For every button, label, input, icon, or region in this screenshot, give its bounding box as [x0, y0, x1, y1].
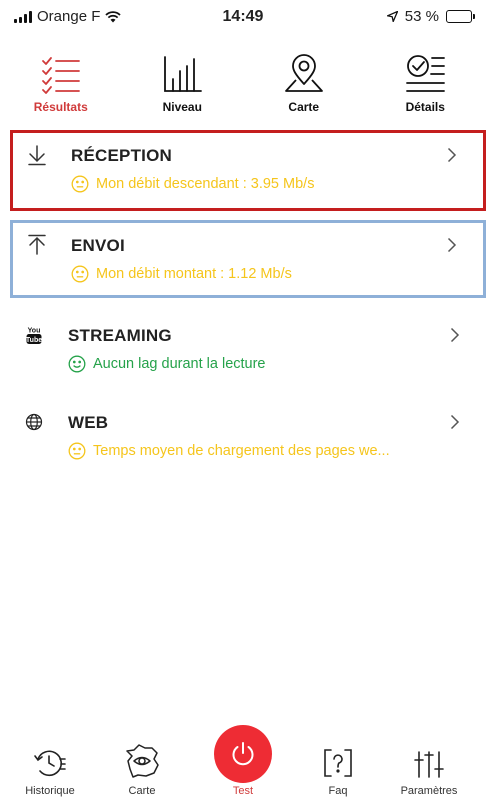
neutral-face-icon	[71, 265, 89, 283]
tab-details[interactable]: Détails	[365, 50, 486, 122]
result-row-streaming[interactable]: You Tube STREAMING Aucun lag durant la l…	[10, 313, 486, 385]
svg-text:Tube: Tube	[26, 337, 42, 344]
nav-faq[interactable]: Faq	[293, 733, 383, 797]
tab-carte[interactable]: Carte	[243, 50, 365, 122]
youtube-icon: You Tube	[22, 323, 46, 347]
chevron-right-icon	[446, 410, 464, 434]
faq-icon	[324, 749, 352, 777]
row-subtitle-text: Aucun lag durant la lecture	[93, 356, 266, 372]
battery-icon	[446, 10, 475, 23]
row-title: RÉCEPTION	[71, 146, 172, 165]
tab-resultats[interactable]: Résultats	[0, 50, 122, 122]
test-button[interactable]	[214, 725, 272, 783]
svg-text:You: You	[28, 328, 41, 335]
history-icon	[34, 750, 66, 777]
tab-niveau[interactable]: Niveau	[122, 50, 244, 122]
france-map-icon	[126, 744, 159, 778]
result-row-web[interactable]: WEB Temps moyen de chargement des pages …	[10, 400, 486, 472]
nav-label: Historique	[25, 785, 75, 797]
nav-label: Faq	[328, 785, 348, 797]
globe-icon	[22, 410, 46, 434]
top-tab-bar: Résultats Niveau Carte Détails	[0, 50, 486, 122]
row-subtitle-text: Mon débit montant : 1.12 Mb/s	[96, 266, 292, 282]
nav-label: Test	[232, 785, 254, 797]
settings-sliders-icon	[414, 751, 444, 778]
chevron-right-icon	[443, 233, 461, 257]
row-subtitle: Mon débit montant : 1.12 Mb/s	[71, 265, 292, 283]
result-row-envoi[interactable]: ENVOI Mon débit montant : 1.12 Mb/s	[10, 220, 486, 298]
map-pin-icon	[284, 54, 323, 92]
chevron-right-icon	[443, 143, 461, 167]
nav-label: Carte	[128, 785, 156, 797]
result-row-reception[interactable]: RÉCEPTION Mon débit descendant : 3.95 Mb…	[10, 130, 486, 211]
row-subtitle-text: Mon débit descendant : 3.95 Mb/s	[96, 176, 315, 192]
row-subtitle-text: Temps moyen de chargement des pages we..…	[93, 443, 390, 459]
neutral-face-icon	[71, 175, 89, 193]
status-bar: Orange F 14:49 53 %	[0, 0, 486, 36]
row-subtitle: Mon débit descendant : 3.95 Mb/s	[71, 175, 314, 193]
nav-parametres[interactable]: Paramètres	[384, 733, 474, 797]
bottom-nav: Historique Carte Test Faq Paramètres	[0, 725, 486, 809]
row-subtitle: Temps moyen de chargement des pages we..…	[68, 442, 390, 460]
neutral-face-icon	[68, 442, 86, 460]
bar-level-icon	[164, 56, 203, 92]
status-right: 53 %	[386, 8, 475, 25]
upload-arrow-icon	[25, 233, 49, 257]
battery-percent: 53 %	[404, 8, 439, 25]
row-subtitle: Aucun lag durant la lecture	[68, 355, 266, 373]
row-title: STREAMING	[68, 326, 172, 345]
checklist-icon	[41, 57, 80, 94]
row-title: WEB	[68, 413, 109, 432]
location-arrow-icon	[386, 11, 398, 22]
tab-label: Résultats	[33, 100, 88, 114]
tab-label: Détails	[405, 100, 445, 114]
power-icon	[232, 742, 254, 766]
nav-test[interactable]: Test	[198, 725, 288, 797]
tab-label: Carte	[288, 100, 320, 114]
smiley-face-icon	[68, 355, 86, 373]
nav-carte[interactable]: Carte	[97, 733, 187, 797]
download-arrow-icon	[25, 143, 49, 167]
nav-label: Paramètres	[400, 785, 458, 797]
nav-historique[interactable]: Historique	[5, 733, 95, 797]
row-title: ENVOI	[71, 236, 125, 255]
details-check-icon	[406, 55, 446, 92]
chevron-right-icon	[446, 323, 464, 347]
tab-label: Niveau	[162, 100, 202, 114]
